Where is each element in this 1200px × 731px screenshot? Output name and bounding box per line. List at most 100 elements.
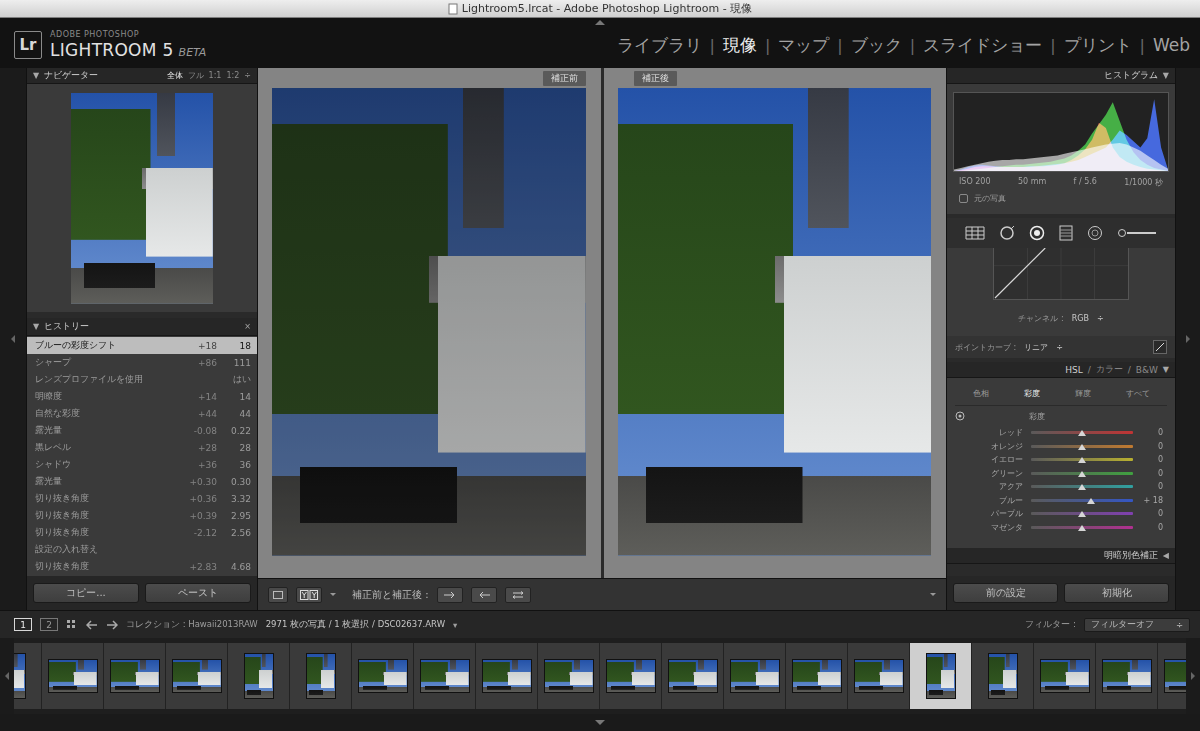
hsl-header[interactable]: HSL/カラー/B&W▼: [947, 362, 1175, 378]
thumbnail[interactable]: [848, 643, 910, 709]
slider-track[interactable]: [1031, 445, 1133, 448]
hsl-mode[interactable]: カラー: [1096, 363, 1123, 376]
panel-button[interactable]: 前の設定: [953, 583, 1058, 603]
panel-button[interactable]: コピー...: [33, 583, 139, 603]
hsl-tab[interactable]: 彩度: [1024, 388, 1040, 399]
slider-track[interactable]: [1031, 472, 1133, 475]
zoom-option[interactable]: 1:1: [209, 71, 222, 80]
history-row[interactable]: シャドウ+3636: [27, 456, 257, 473]
right-edge[interactable]: [1176, 68, 1200, 610]
thumbnail[interactable]: [166, 643, 228, 709]
panel-button[interactable]: 初期化: [1064, 583, 1169, 603]
thumbnail[interactable]: [414, 643, 476, 709]
source-menu[interactable]: ▾: [453, 620, 457, 630]
slider-track[interactable]: [1031, 526, 1133, 529]
hsl-tab[interactable]: 色相: [973, 388, 989, 399]
photo[interactable]: [618, 88, 932, 556]
navigator-header[interactable]: ▼ナビゲーター全体フル1:11:2÷: [27, 68, 257, 84]
panel-button[interactable]: ペースト: [145, 583, 251, 603]
history-row[interactable]: 露光量+0.300.30: [27, 473, 257, 490]
thumbnail[interactable]: [290, 643, 352, 709]
point-curve-select[interactable]: リニア: [1024, 342, 1048, 353]
collapse-bottom-icon[interactable]: [595, 720, 605, 725]
source-label[interactable]: コレクション : Hawaii2013RAW: [126, 619, 258, 631]
history-row[interactable]: 露光量-0.080.22: [27, 422, 257, 439]
history-row[interactable]: 切り抜き角度+0.392.95: [27, 507, 257, 524]
module-item[interactable]: プリント: [1064, 34, 1132, 57]
scroll-left-icon[interactable]: [5, 672, 9, 680]
edit-curve-icon[interactable]: [1153, 340, 1167, 354]
history-row[interactable]: シャープ+86111: [27, 354, 257, 371]
history-row[interactable]: レンズプロファイルを使用はい: [27, 371, 257, 388]
histogram-chart[interactable]: [953, 92, 1169, 172]
history-row[interactable]: 明瞭度+1414: [27, 388, 257, 405]
thumbnail[interactable]: [476, 643, 538, 709]
thumbnail[interactable]: [42, 643, 104, 709]
toggle[interactable]: ▼: [33, 71, 39, 80]
grid-icon[interactable]: [66, 619, 78, 631]
back-arrow-icon[interactable]: [86, 620, 98, 630]
scroll-right-icon[interactable]: [1191, 672, 1195, 680]
original-photo-checkbox[interactable]: [959, 194, 968, 203]
channel-menu[interactable]: ÷: [1097, 314, 1104, 323]
target-adjust-icon[interactable]: [955, 411, 965, 421]
forward-arrow-icon[interactable]: [106, 620, 118, 630]
history-row[interactable]: ブルーの彩度シフト+1818: [27, 337, 257, 354]
graduated-filter-icon[interactable]: [1059, 225, 1073, 241]
filmstrip-right-edge[interactable]: [1186, 638, 1200, 714]
history-row[interactable]: 自然な彩度+4444: [27, 405, 257, 422]
module-item[interactable]: ライブラリ: [617, 34, 702, 57]
history-header[interactable]: ▼ヒストリー×: [27, 318, 257, 336]
slider-thumb[interactable]: [1078, 430, 1086, 436]
toggle[interactable]: ▼: [33, 322, 39, 331]
before-after-button[interactable]: [296, 587, 322, 603]
module-item[interactable]: 現像: [723, 34, 757, 57]
history-row[interactable]: 切り抜き角度-2.122.56: [27, 524, 257, 541]
spot-removal-icon[interactable]: [999, 225, 1015, 241]
hsl-mode[interactable]: HSL: [1065, 365, 1083, 375]
thumbnail[interactable]: [104, 643, 166, 709]
zoom-option[interactable]: 全体: [167, 70, 183, 81]
slider-track[interactable]: [1031, 458, 1133, 461]
history-row[interactable]: 黒レベル+2828: [27, 439, 257, 456]
module-item[interactable]: マップ: [778, 34, 829, 57]
thumbnail[interactable]: [1034, 643, 1096, 709]
window-page[interactable]: 2: [40, 618, 58, 631]
copy-settings-button[interactable]: [437, 587, 463, 603]
thumbnail[interactable]: [662, 643, 724, 709]
hsl-tab[interactable]: すべて: [1126, 388, 1150, 399]
module-item[interactable]: スライドショー: [923, 34, 1042, 57]
view-menu-icon[interactable]: [330, 593, 336, 596]
copy-settings-button[interactable]: [471, 587, 497, 603]
thumbnail[interactable]: [910, 643, 972, 709]
thumbnail[interactable]: [786, 643, 848, 709]
toggle[interactable]: ▼: [1163, 365, 1169, 374]
clear-history[interactable]: ×: [244, 322, 251, 331]
thumbnail[interactable]: [724, 643, 786, 709]
collapse-top-icon[interactable]: [595, 20, 605, 25]
module-item[interactable]: ブック: [851, 34, 902, 57]
copy-settings-button[interactable]: [505, 587, 531, 603]
filter-select[interactable]: フィルターオフ÷: [1084, 618, 1190, 632]
toggle[interactable]: ◀: [1163, 551, 1169, 560]
slider-thumb[interactable]: [1078, 471, 1086, 477]
thumbnail[interactable]: [600, 643, 662, 709]
hsl-tab[interactable]: 輝度: [1075, 388, 1091, 399]
channel-select[interactable]: RGB: [1072, 314, 1089, 323]
thumbnail[interactable]: [14, 643, 42, 709]
slider-track[interactable]: [1031, 499, 1133, 502]
slider-track[interactable]: [1031, 512, 1133, 515]
zoom-menu[interactable]: ÷: [244, 71, 251, 80]
zoom-option[interactable]: フル: [188, 70, 204, 81]
hsl-mode[interactable]: B&W: [1136, 365, 1158, 375]
slider-thumb[interactable]: [1078, 525, 1086, 531]
thumbnail[interactable]: [1158, 643, 1186, 709]
thumbnail[interactable]: [972, 643, 1034, 709]
history-row[interactable]: 切り抜き角度+0.363.32: [27, 490, 257, 507]
thumbnail[interactable]: [538, 643, 600, 709]
filmstrip-left-edge[interactable]: [0, 638, 14, 714]
collapse-right-icon[interactable]: [1186, 335, 1190, 343]
curve-box[interactable]: [993, 248, 1129, 300]
loupe-view-button[interactable]: [268, 587, 288, 603]
collapse-left-icon[interactable]: [11, 335, 15, 343]
